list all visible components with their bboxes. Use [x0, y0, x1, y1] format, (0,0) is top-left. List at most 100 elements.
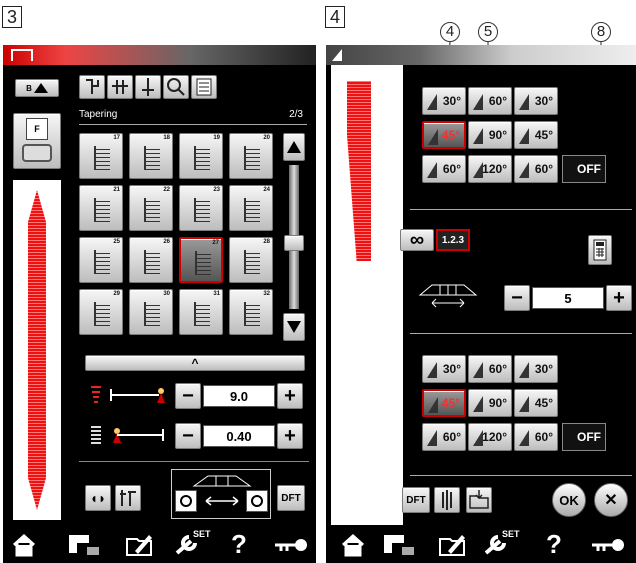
scroll-down-button[interactable]: [283, 313, 305, 341]
pattern-button[interactable]: 18: [129, 133, 173, 179]
mirror-button-right[interactable]: [434, 487, 460, 513]
start-off-button[interactable]: OFF: [562, 155, 606, 183]
length-plus-button[interactable]: +: [277, 423, 303, 449]
settings-button[interactable]: SET: [173, 529, 213, 559]
mirror-button[interactable]: ◖◗: [85, 485, 111, 511]
dft-button-right[interactable]: DFT: [402, 487, 430, 513]
counter-button[interactable]: 1.2.3: [436, 229, 470, 251]
mirror-vertical-icon: [442, 490, 452, 510]
pattern-button[interactable]: 22: [129, 185, 173, 231]
pattern-button[interactable]: 32: [229, 289, 273, 335]
width-plus-button[interactable]: +: [277, 383, 303, 409]
pattern-button[interactable]: 17: [79, 133, 123, 179]
calculator-button[interactable]: [588, 235, 612, 265]
end-position-button[interactable]: [246, 490, 268, 512]
pattern-number: 29: [113, 291, 120, 297]
stitch-preview: [13, 180, 61, 520]
start-angle-button[interactable]: 60°: [514, 155, 558, 183]
angle-label: 30°: [442, 362, 461, 376]
twin-needle-button[interactable]: [107, 75, 133, 99]
pattern-button[interactable]: 25: [79, 237, 123, 283]
mirror-pattern-button[interactable]: [79, 75, 105, 99]
close-button[interactable]: ✕: [594, 483, 628, 517]
start-position-button[interactable]: [175, 490, 197, 512]
pattern-button[interactable]: 27: [179, 237, 223, 283]
end-angle-button[interactable]: 60°: [514, 423, 558, 451]
home-icon[interactable]: [340, 533, 366, 557]
scroll-up-button[interactable]: [283, 133, 305, 161]
angle-label: 60°: [488, 362, 507, 376]
pattern-button[interactable]: 21: [79, 185, 123, 231]
pattern-button[interactable]: 28: [229, 237, 273, 283]
pattern-button[interactable]: 29: [79, 289, 123, 335]
taper-angle-icon: [428, 397, 438, 413]
stitch-pattern-icon: [195, 251, 211, 275]
list-button[interactable]: [191, 75, 217, 99]
repeat-minus-button[interactable]: −: [504, 285, 530, 311]
zoom-button[interactable]: [163, 75, 189, 99]
folder-edit-icon[interactable]: [438, 531, 468, 559]
start-angle-button[interactable]: 60°: [422, 155, 466, 183]
lock-key-icon[interactable]: [273, 535, 309, 555]
repeat-plus-button[interactable]: +: [606, 285, 632, 311]
magnifier-icon: [167, 78, 185, 96]
length-minus-button[interactable]: −: [175, 423, 201, 449]
taper-angle-icon: [519, 430, 529, 446]
pattern-button[interactable]: 23: [179, 185, 223, 231]
help-icon[interactable]: ?: [231, 529, 247, 560]
pattern-number: 28: [263, 239, 270, 245]
taper-angle-icon: [519, 396, 529, 412]
needle-position-button[interactable]: [135, 75, 161, 99]
stitch-pattern-icon: [194, 198, 210, 222]
pattern-button[interactable]: 20: [229, 133, 273, 179]
sewing-machine-icon[interactable]: [67, 531, 101, 559]
end-angle-button[interactable]: 45°: [422, 389, 466, 417]
stitch-pattern-icon: [144, 146, 160, 170]
start-angle-button[interactable]: 45°: [422, 121, 466, 149]
end-angle-button[interactable]: 30°: [514, 355, 558, 383]
start-angle-button[interactable]: 30°: [514, 87, 558, 115]
b-button[interactable]: B: [15, 79, 59, 97]
pattern-button[interactable]: 30: [129, 289, 173, 335]
stitch-pattern-icon: [94, 302, 110, 326]
end-angle-button[interactable]: 60°: [422, 423, 466, 451]
pattern-grid: 17 18 19 20 21 22 23 24 25 26 27 28 29 30 31 32: [79, 133, 279, 341]
right-screen: 30° 60° 30° 45° 90° 45° 60° 120° 60° OFF ∞ 1.2.3 …: [326, 45, 636, 563]
help-icon[interactable]: ?: [546, 529, 562, 560]
stitch-pattern-icon: [144, 198, 160, 222]
start-angle-button[interactable]: 60°: [468, 87, 512, 115]
end-angle-button[interactable]: 120°: [468, 423, 512, 451]
dft-button-left[interactable]: DFT: [277, 485, 305, 511]
start-angle-button[interactable]: 30°: [422, 87, 466, 115]
stitch-pattern-icon: [244, 250, 260, 274]
end-angle-button[interactable]: 45°: [514, 389, 558, 417]
folder-edit-icon[interactable]: [125, 531, 155, 559]
end-angle-button[interactable]: 30°: [422, 355, 466, 383]
stitch-width-value: 9.0: [203, 385, 275, 407]
presser-foot-button[interactable]: F: [13, 113, 61, 169]
sewing-machine-icon[interactable]: [382, 531, 416, 559]
scrollbar-thumb[interactable]: [284, 235, 304, 251]
collapse-button[interactable]: ^: [85, 355, 305, 371]
pattern-button[interactable]: 24: [229, 185, 273, 231]
elongation-button[interactable]: [115, 485, 141, 511]
save-button[interactable]: [466, 487, 492, 513]
end-off-button[interactable]: OFF: [562, 423, 606, 451]
pattern-button[interactable]: 19: [179, 133, 223, 179]
ok-button[interactable]: OK: [552, 483, 586, 517]
start-angle-button[interactable]: 45°: [514, 121, 558, 149]
start-angle-button[interactable]: 90°: [468, 121, 512, 149]
pattern-number: 20: [263, 135, 270, 141]
settings-button[interactable]: SET: [482, 529, 522, 559]
pattern-button[interactable]: 31: [179, 289, 223, 335]
infinity-button[interactable]: ∞: [400, 229, 434, 251]
stitch-preview-right: [331, 65, 403, 525]
width-minus-button[interactable]: −: [175, 383, 201, 409]
home-icon[interactable]: [11, 533, 37, 557]
pattern-button[interactable]: 26: [129, 237, 173, 283]
list-icon: [196, 78, 212, 96]
end-angle-button[interactable]: 60°: [468, 355, 512, 383]
start-angle-button[interactable]: 120°: [468, 155, 512, 183]
end-angle-button[interactable]: 90°: [468, 389, 512, 417]
lock-key-icon[interactable]: [590, 535, 626, 555]
